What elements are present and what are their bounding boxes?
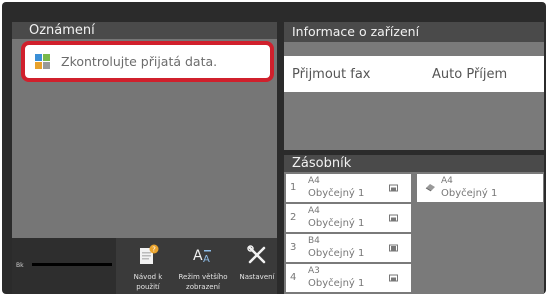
tray-number: 2 xyxy=(290,212,297,223)
tray-number: 4 xyxy=(290,272,297,283)
notification-item[interactable]: Zkontrolujte přijatá data. xyxy=(21,41,274,82)
bypass-area xyxy=(417,202,543,292)
tray-item[interactable]: 1 A4 Obyčejný 1 xyxy=(286,174,411,202)
manual-icon: ? xyxy=(140,244,159,264)
paper-tray-icon xyxy=(389,244,398,252)
tray-paper-type: Obyčejný 1 xyxy=(308,218,365,229)
tray-item[interactable]: 3 B4 Obyčejný 1 xyxy=(286,234,411,262)
fax-receive-label: Přijmout fax xyxy=(292,66,371,82)
tray-paper-size: B4 xyxy=(308,236,320,246)
tray-paper-type: Obyčejný 1 xyxy=(308,188,365,199)
toner-label: Bk xyxy=(16,262,24,269)
paper-tray-icon xyxy=(389,214,398,222)
tray-header: Zásobník xyxy=(284,155,544,172)
received-data-icon xyxy=(33,52,53,72)
device-info-header: Informace o zařízení xyxy=(284,22,544,42)
large-display-label: Režim většího zobrazení xyxy=(178,273,228,291)
toner-bar xyxy=(32,263,112,266)
paper-tray-icon xyxy=(389,184,398,192)
svg-text:?: ? xyxy=(152,246,156,254)
bypass-paper-size: A4 xyxy=(441,176,453,186)
svg-text:A: A xyxy=(203,254,210,265)
tray-paper-type: Obyčejný 1 xyxy=(308,248,365,259)
tray-paper-size: A3 xyxy=(308,266,320,276)
manual-label: Návod k použití xyxy=(133,273,163,291)
svg-text:A: A xyxy=(193,248,203,264)
tray-number: 1 xyxy=(290,182,297,193)
settings-tools-icon xyxy=(247,245,266,264)
large-display-button[interactable]: A A Režim většího zobrazení xyxy=(172,240,234,294)
tray-paper-size: A4 xyxy=(308,176,320,186)
notification-text: Zkontrolujte přijatá data. xyxy=(61,54,218,69)
settings-label: Nastavení xyxy=(239,273,275,281)
large-text-icon: A A xyxy=(193,248,211,265)
tray-number: 3 xyxy=(290,242,297,253)
tray-item[interactable]: 4 A3 Obyčejný 1 xyxy=(286,264,411,292)
tray-paper-type: Obyčejný 1 xyxy=(308,278,365,289)
fax-receive-row[interactable]: Přijmout fax Auto Příjem xyxy=(284,56,544,92)
manual-button[interactable]: ? Návod k použití xyxy=(124,240,172,294)
tray-paper-size: A4 xyxy=(308,206,320,216)
settings-button[interactable]: Nastavení xyxy=(236,240,278,294)
bypass-tray[interactable]: A4 Obyčejný 1 xyxy=(417,174,543,202)
bypass-tray-icon xyxy=(425,184,435,192)
bypass-paper-type: Obyčejný 1 xyxy=(441,188,498,199)
notifications-header: Oznámení xyxy=(12,22,277,39)
tray-item[interactable]: 2 A4 Obyčejný 1 xyxy=(286,204,411,232)
toner-level: Bk xyxy=(12,238,116,294)
paper-tray-icon xyxy=(389,274,398,282)
fax-receive-value: Auto Příjem xyxy=(432,66,508,82)
